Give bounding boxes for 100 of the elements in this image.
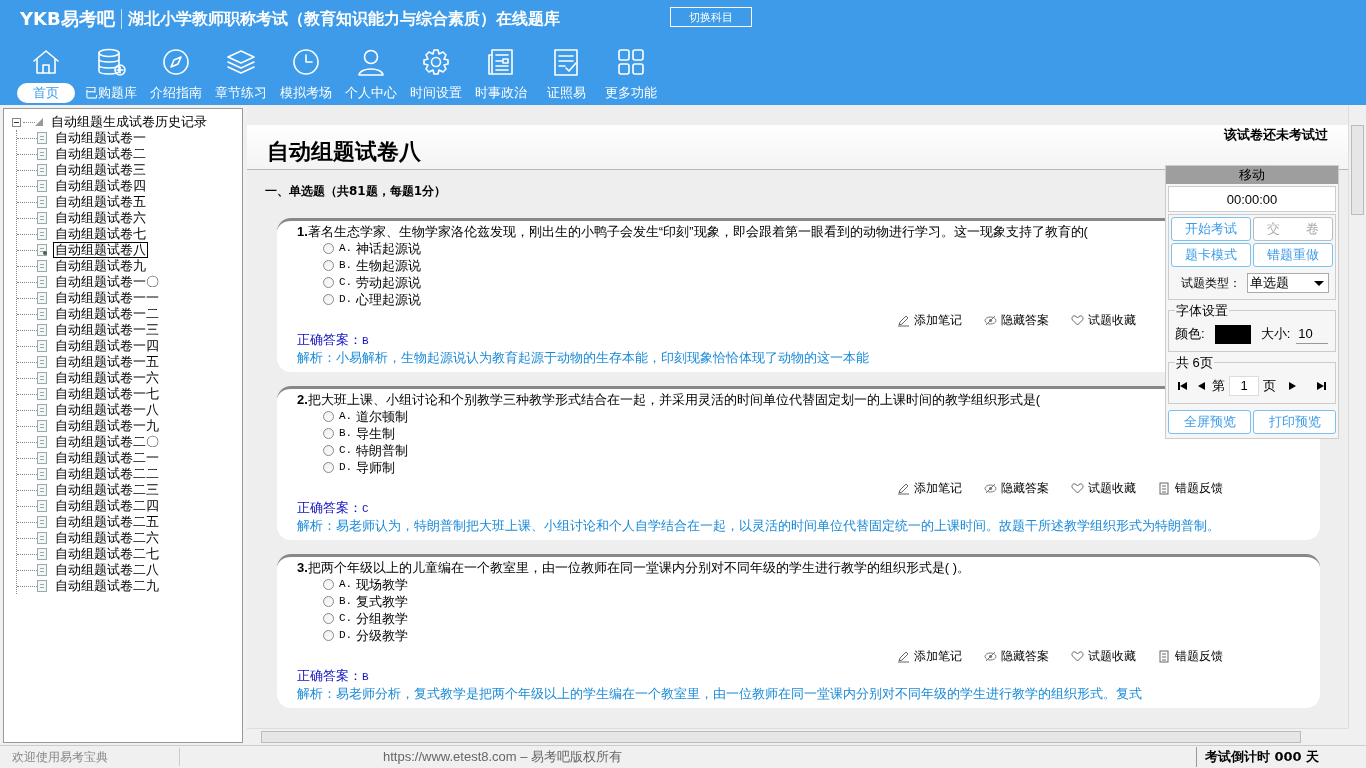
tree-item[interactable]: 自动组题试卷二	[53, 147, 148, 161]
collapse-toggle[interactable]	[12, 117, 21, 127]
tree-item[interactable]: 自动组题试卷一六	[53, 371, 161, 385]
color-swatch[interactable]	[1214, 324, 1251, 344]
tree-item[interactable]: 自动组题试卷二七	[53, 547, 161, 561]
eye-icon	[984, 649, 997, 663]
scrollbar-thumb[interactable]	[1351, 125, 1364, 215]
document-icon	[37, 468, 47, 480]
action-link[interactable]: 隐藏答案	[984, 647, 1049, 665]
tree-item[interactable]: 自动组题试卷一四	[53, 339, 161, 353]
tree-item[interactable]: 自动组题试卷二八	[53, 563, 161, 577]
document-icon	[37, 132, 47, 144]
action-link[interactable]: 添加笔记	[897, 647, 962, 665]
radio-button[interactable]	[323, 462, 334, 473]
action-link[interactable]: 添加笔记	[897, 479, 962, 497]
radio-button[interactable]	[323, 411, 334, 422]
tree-item[interactable]: 自动组题试卷一九	[53, 419, 161, 433]
tree-item[interactable]: 自动组题试卷二二	[53, 467, 161, 481]
tree-item[interactable]: 自动组题试卷一〇	[53, 275, 161, 289]
last-page-icon[interactable]	[1316, 381, 1326, 391]
scrollbar-thumb[interactable]	[261, 731, 1301, 743]
document-icon	[37, 148, 47, 160]
tree-item[interactable]: 自动组题试卷六	[53, 211, 148, 225]
radio-button[interactable]	[323, 428, 334, 439]
tree-item[interactable]: 自动组题试卷八	[53, 242, 148, 258]
radio-button[interactable]	[323, 613, 334, 624]
vertical-scrollbar[interactable]	[1348, 105, 1366, 728]
eye-icon	[984, 313, 997, 327]
document-icon	[37, 516, 47, 528]
action-link[interactable]: 试题收藏	[1071, 311, 1136, 329]
tree-item[interactable]: 自动组题试卷一二	[53, 307, 161, 321]
tree-item[interactable]: 自动组题试卷一三	[53, 323, 161, 337]
tree-item[interactable]: 自动组题试卷三	[53, 163, 148, 177]
action-link[interactable]: 隐藏答案	[984, 311, 1049, 329]
compass-icon[interactable]	[161, 47, 191, 77]
document-icon	[37, 164, 47, 176]
tree-root[interactable]: 自动组题生成试卷历史记录	[51, 112, 207, 132]
previous-page-icon[interactable]	[1196, 381, 1206, 391]
page-field[interactable]: 1	[1229, 376, 1259, 396]
tree-item[interactable]: 自动组题试卷二三	[53, 483, 161, 497]
move-handle[interactable]: 移动	[1166, 166, 1338, 184]
newspaper-icon[interactable]	[486, 47, 516, 77]
document-icon	[37, 484, 47, 496]
option-label: D.	[339, 292, 353, 308]
radio-button[interactable]	[323, 260, 334, 271]
tree-item[interactable]: 自动组题试卷一一	[53, 291, 161, 305]
layers-icon[interactable]	[226, 47, 256, 77]
type-label: 试题类型：	[1180, 275, 1241, 292]
tree-item[interactable]: 自动组题试卷二〇	[53, 435, 161, 449]
document-icon	[37, 292, 47, 304]
clock-icon[interactable]	[291, 47, 321, 77]
status-welcome: 欢迎使用易考宝典	[0, 748, 180, 766]
database-icon[interactable]	[96, 47, 126, 77]
action-link[interactable]: 隐藏答案	[984, 479, 1049, 497]
action-link[interactable]: 错题反馈	[1158, 479, 1223, 497]
size-label: 大小:	[1260, 325, 1291, 344]
radio-button[interactable]	[323, 579, 334, 590]
question-text: 1.著名生态学家、生物学家洛伦兹发现，刚出生的小鸭子会发生“印刻”现象，即会跟着第一眼看到的动物进行学习。这一现象支持了教育的(	[297, 223, 1088, 240]
radio-button[interactable]	[323, 243, 334, 254]
radio-button[interactable]	[323, 445, 334, 456]
radio-button[interactable]	[323, 596, 334, 607]
radio-button[interactable]	[323, 294, 334, 305]
option-label: A.	[339, 241, 353, 257]
tree-item[interactable]: 自动组题试卷九	[53, 259, 148, 273]
size-field[interactable]: 10	[1296, 323, 1329, 345]
tree-item[interactable]: 自动组题试卷五	[53, 195, 148, 209]
checklist-icon[interactable]	[551, 47, 581, 77]
tree-item[interactable]: 自动组题试卷一八	[53, 403, 161, 417]
tree-item[interactable]: 自动组题试卷二四	[53, 499, 161, 513]
first-page-icon[interactable]	[1178, 381, 1188, 391]
tree-item[interactable]: 自动组题试卷二五	[53, 515, 161, 529]
action-link[interactable]: 试题收藏	[1071, 479, 1136, 497]
user-icon[interactable]	[356, 47, 386, 77]
tree-item[interactable]: 自动组题试卷二一	[53, 451, 161, 465]
document-icon	[37, 276, 47, 288]
page-prefix: 第	[1212, 377, 1225, 396]
grid-icon[interactable]	[616, 47, 646, 77]
action-link[interactable]: 错题反馈	[1158, 647, 1223, 665]
tree-item[interactable]: 自动组题试卷二九	[53, 579, 161, 593]
action-link[interactable]: 试题收藏	[1071, 647, 1136, 665]
tree-item[interactable]: 自动组题试卷二六	[53, 531, 161, 545]
radio-button[interactable]	[323, 630, 334, 641]
radio-button[interactable]	[323, 277, 334, 288]
tree-item[interactable]: 自动组题试卷四	[53, 179, 148, 193]
tree-item[interactable]: 自动组题试卷一	[53, 131, 148, 145]
option-label: C.	[339, 275, 353, 291]
tree-item[interactable]: 自动组题试卷七	[53, 227, 148, 241]
next-page-icon[interactable]	[1288, 381, 1298, 391]
home-icon[interactable]	[31, 47, 61, 77]
document-icon	[37, 548, 47, 560]
tree-item[interactable]: 自动组题试卷一五	[53, 355, 161, 369]
document-icon	[37, 260, 47, 272]
tree-item[interactable]: 自动组题试卷一七	[53, 387, 161, 401]
pencil-icon	[897, 649, 910, 663]
action-link[interactable]: 添加笔记	[897, 311, 962, 329]
type-dropdown[interactable]: 单选题	[1247, 273, 1329, 293]
document-icon	[37, 404, 47, 416]
status-copyright: https://www.etest8.com – 易考吧版权所有	[382, 748, 624, 767]
settings-icon[interactable]	[421, 47, 451, 77]
question-text: 2.把大班上课、小组讨论和个别教学三种教学形式结合在一起，并采用灵活的时间单位代替固定划一的上课时间的教学组织形式是(	[297, 391, 1041, 408]
